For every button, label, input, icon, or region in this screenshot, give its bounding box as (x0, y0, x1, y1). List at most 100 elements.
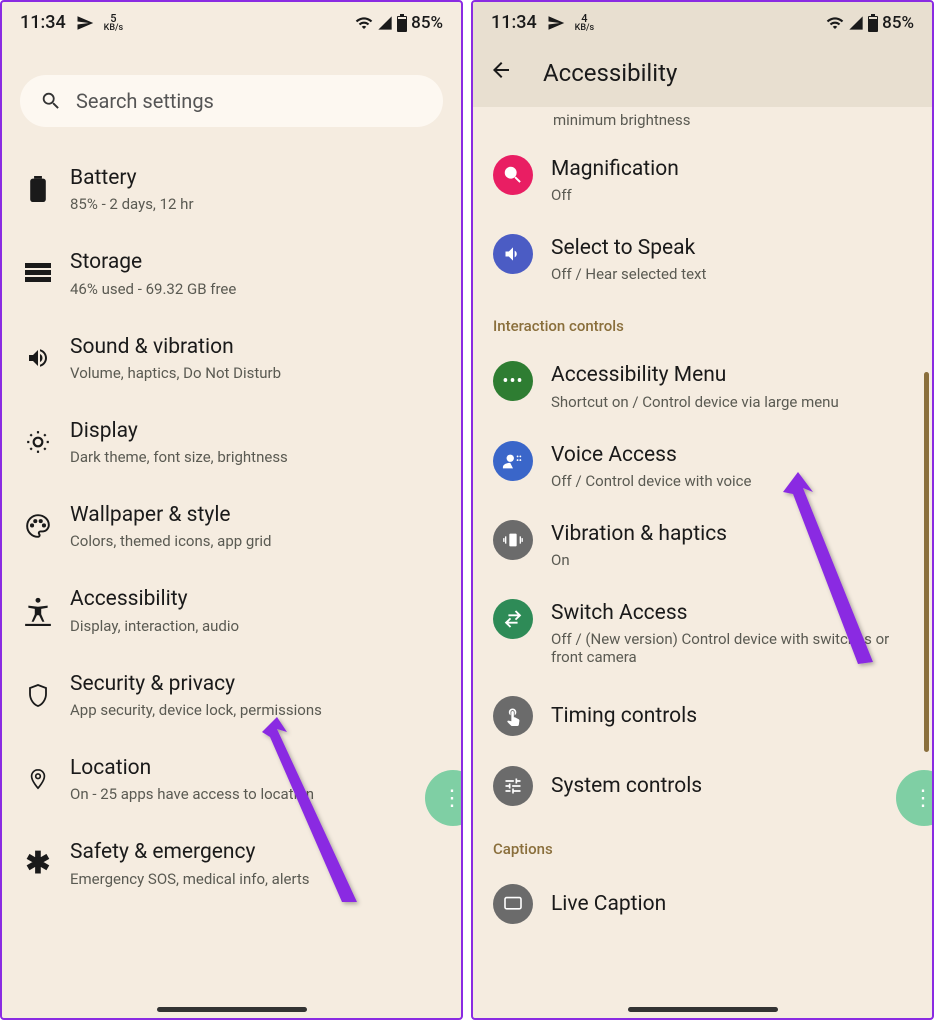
setting-title: Battery (70, 165, 439, 192)
signal-icon (848, 15, 864, 31)
setting-title: Storage (70, 249, 439, 276)
accessibility-icon (25, 596, 51, 626)
setting-item-accessibility[interactable]: Accessibility Display, interaction, audio (20, 568, 443, 652)
send-icon (547, 14, 565, 32)
item-subtitle: Off / Hear selected text (551, 265, 912, 283)
search-placeholder: Search settings (76, 89, 214, 113)
battery-icon (868, 14, 878, 32)
magnify-icon (502, 164, 524, 186)
asterisk-icon: ✱ (25, 846, 50, 881)
sound-icon (26, 346, 50, 370)
network-speed: 5KB/s (104, 13, 124, 33)
location-icon (27, 766, 49, 792)
setting-title: Wallpaper & style (70, 502, 439, 529)
partial-item-subtitle: minimum brightness (473, 107, 932, 139)
back-arrow-icon (489, 58, 513, 82)
back-button[interactable] (489, 58, 513, 89)
setting-title: Accessibility (70, 586, 439, 613)
item-title: Voice Access (551, 443, 912, 468)
item-title: System controls (551, 774, 912, 799)
speak-icon (503, 244, 523, 264)
nav-pill[interactable] (628, 1007, 778, 1012)
item-switch-access[interactable]: Switch Access Off / (New version) Control… (489, 583, 916, 680)
item-subtitle: Off (551, 186, 912, 204)
vibration-icon (502, 529, 524, 551)
item-accessibility-menu[interactable]: ••• Accessibility MenuShortcut on / Cont… (489, 345, 916, 424)
setting-item-battery[interactable]: Battery 85% - 2 days, 12 hr (20, 147, 443, 231)
item-subtitle: On (551, 551, 912, 569)
item-subtitle: Off / Control device with voice (551, 472, 912, 490)
phone-right: 11:34 4KB/s 85% Accessibility minimum br… (471, 0, 934, 1020)
setting-subtitle: 85% - 2 days, 12 hr (70, 195, 439, 213)
settings-list: Battery 85% - 2 days, 12 hr Storage 46% us… (2, 147, 461, 1018)
phone-left: 11:34 5KB/s 85% Search settings Battery 8… (0, 0, 463, 1020)
setting-item-wallpaper[interactable]: Wallpaper & style Colors, themed icons, a… (20, 484, 443, 568)
storage-icon (25, 263, 51, 283)
network-speed: 4KB/s (575, 13, 595, 33)
shield-icon (26, 682, 50, 708)
time-label: 11:34 (491, 12, 537, 33)
time-label: 11:34 (20, 12, 66, 33)
setting-subtitle: On - 25 apps have access to location (70, 785, 439, 803)
accessibility-list: Magnification Off Select to Speak Off / He… (473, 139, 932, 1018)
signal-icon (377, 15, 393, 31)
item-title: Magnification (551, 157, 912, 182)
item-magnification[interactable]: Magnification Off (489, 139, 916, 218)
setting-subtitle: App security, device lock, permissions (70, 701, 439, 719)
setting-subtitle: Dark theme, font size, brightness (70, 448, 439, 466)
app-header: Accessibility (473, 39, 932, 107)
setting-subtitle: Volume, haptics, Do Not Disturb (70, 364, 439, 382)
setting-title: Security & privacy (70, 671, 439, 698)
item-title: Live Caption (551, 892, 912, 917)
status-bar: 11:34 4KB/s 85% (473, 2, 932, 43)
setting-title: Safety & emergency (70, 839, 439, 866)
caption-icon (503, 896, 523, 912)
setting-subtitle: Colors, themed icons, app grid (70, 532, 439, 550)
item-timing-controls[interactable]: Timing controls (489, 680, 916, 750)
battery-icon (397, 14, 407, 32)
item-live-caption[interactable]: Live Caption (489, 868, 916, 924)
wifi-icon (826, 14, 844, 32)
item-title: Timing controls (551, 704, 912, 729)
wifi-icon (355, 14, 373, 32)
status-bar: 11:34 5KB/s 85% (2, 2, 461, 43)
item-title: Accessibility Menu (551, 363, 912, 388)
item-subtitle: Off / (New version) Control device with … (551, 630, 912, 666)
item-voice-access[interactable]: Voice Access Off / Control device with vo… (489, 425, 916, 504)
battery-icon (29, 176, 47, 202)
setting-item-display[interactable]: Display Dark theme, font size, brightness (20, 400, 443, 484)
item-title: Select to Speak (551, 236, 912, 261)
setting-title: Location (70, 755, 439, 782)
send-icon (76, 14, 94, 32)
touch-icon (503, 706, 523, 726)
item-title: Switch Access (551, 601, 912, 626)
item-vibration[interactable]: Vibration & haptics On (489, 504, 916, 583)
setting-item-security[interactable]: Security & privacy App security, device l… (20, 653, 443, 737)
nav-pill[interactable] (157, 1007, 307, 1012)
item-title: Vibration & haptics (551, 522, 912, 547)
item-subtitle: Shortcut on / Control device via large m… (551, 393, 912, 411)
setting-title: Display (70, 418, 439, 445)
item-system-controls[interactable]: System controls (489, 750, 916, 820)
battery-label: 85% (411, 13, 443, 33)
search-icon (40, 90, 62, 112)
setting-item-location[interactable]: Location On - 25 apps have access to loca… (20, 737, 443, 821)
dots-icon: ⋮ (912, 786, 934, 811)
setting-item-safety[interactable]: ✱ Safety & emergency Emergency SOS, medic… (20, 821, 443, 905)
dots-icon: ⋮ (441, 786, 463, 811)
setting-subtitle: Display, interaction, audio (70, 617, 439, 635)
item-select-to-speak[interactable]: Select to Speak Off / Hear selected text (489, 218, 916, 297)
setting-item-sound[interactable]: Sound & vibration Volume, haptics, Do Not… (20, 316, 443, 400)
page-title: Accessibility (543, 59, 677, 87)
section-captions: Captions (489, 820, 916, 868)
scrollbar[interactable] (924, 372, 929, 752)
battery-label: 85% (882, 13, 914, 33)
section-interaction: Interaction controls (489, 297, 916, 345)
brightness-icon (25, 429, 51, 455)
setting-subtitle: Emergency SOS, medical info, alerts (70, 870, 439, 888)
setting-subtitle: 46% used - 69.32 GB free (70, 280, 439, 298)
setting-item-storage[interactable]: Storage 46% used - 69.32 GB free (20, 231, 443, 315)
setting-title: Sound & vibration (70, 334, 439, 361)
switch-icon (502, 608, 524, 630)
search-settings[interactable]: Search settings (20, 75, 443, 127)
